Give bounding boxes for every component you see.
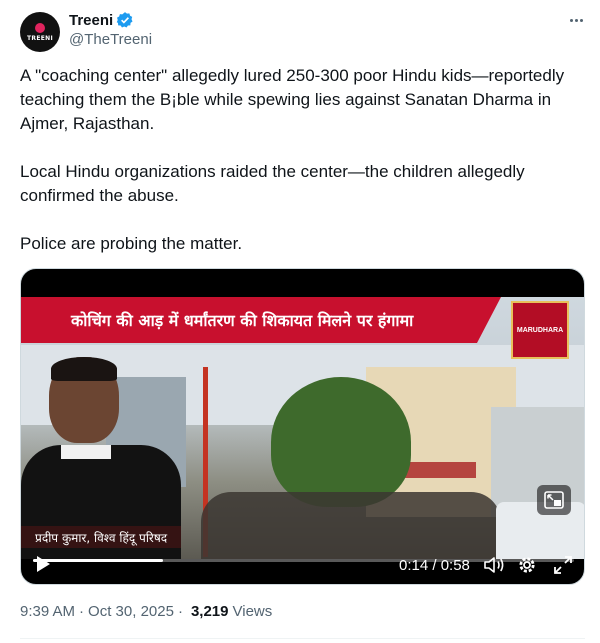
verified-badge-icon bbox=[116, 12, 133, 28]
channel-logo: MARUDHARA bbox=[511, 301, 569, 359]
tweet-paragraph: Local Hindu organizations raided the cen… bbox=[20, 162, 525, 205]
volume-icon[interactable] bbox=[483, 555, 505, 575]
speaker-caption: प्रदीप कुमार, विश्व हिंदू परिषद bbox=[21, 526, 182, 548]
avatar[interactable]: TREENI bbox=[20, 12, 60, 52]
tweet-card: TREENI Treeni @TheTreeni A "coaching cen… bbox=[0, 0, 600, 643]
divider bbox=[20, 638, 585, 639]
progress-fill bbox=[33, 559, 163, 562]
tweet-text: A "coaching center" allegedly lured 250-… bbox=[20, 64, 580, 256]
avatar-logo-text: TREENI bbox=[27, 34, 53, 42]
meta-separator: · bbox=[177, 603, 183, 620]
tweet-paragraph: Police are probing the matter. bbox=[20, 234, 243, 253]
video-scene-tree bbox=[271, 377, 411, 507]
news-banner-text: कोचिंग की आड़ में धर्मांतरण की शिकायत मि… bbox=[71, 311, 414, 330]
picture-in-picture-icon[interactable] bbox=[537, 485, 571, 515]
views-label: Views bbox=[232, 603, 273, 620]
author-handle[interactable]: @TheTreeni bbox=[69, 31, 152, 48]
views-count: 3,219 bbox=[190, 603, 229, 620]
news-banner: कोचिंग की आड़ में धर्मांतरण की शिकायत मि… bbox=[21, 297, 501, 343]
tweet-meta: 9:39 AM · Oct 30, 2025 · 3,219 Views bbox=[20, 603, 272, 620]
video-player[interactable]: कोचिंग की आड़ में धर्मांतरण की शिकायत मि… bbox=[20, 268, 585, 585]
author-display-name[interactable]: Treeni bbox=[69, 12, 113, 29]
fullscreen-icon[interactable] bbox=[553, 555, 573, 575]
video-time: 0:14 / 0:58 bbox=[399, 557, 470, 574]
tweet-paragraph: A "coaching center" allegedly lured 250-… bbox=[20, 66, 565, 133]
speaker-caption-text: प्रदीप कुमार, विश्व हिंदू परिषद bbox=[35, 530, 168, 545]
play-icon[interactable] bbox=[35, 555, 51, 573]
more-options-icon[interactable] bbox=[564, 10, 588, 30]
video-scene-crowd bbox=[201, 492, 501, 559]
settings-gear-icon[interactable] bbox=[517, 555, 537, 575]
avatar-logo-dot bbox=[35, 22, 45, 33]
tweet-date[interactable]: Oct 30, 2025 bbox=[88, 603, 174, 620]
meta-separator: · bbox=[79, 603, 85, 620]
author-name-row: Treeni bbox=[69, 11, 134, 29]
tweet-time[interactable]: 9:39 AM bbox=[20, 603, 75, 620]
channel-logo-text: MARUDHARA bbox=[516, 326, 564, 334]
video-frame[interactable]: कोचिंग की आड़ में धर्मांतरण की शिकायत मि… bbox=[21, 297, 584, 559]
